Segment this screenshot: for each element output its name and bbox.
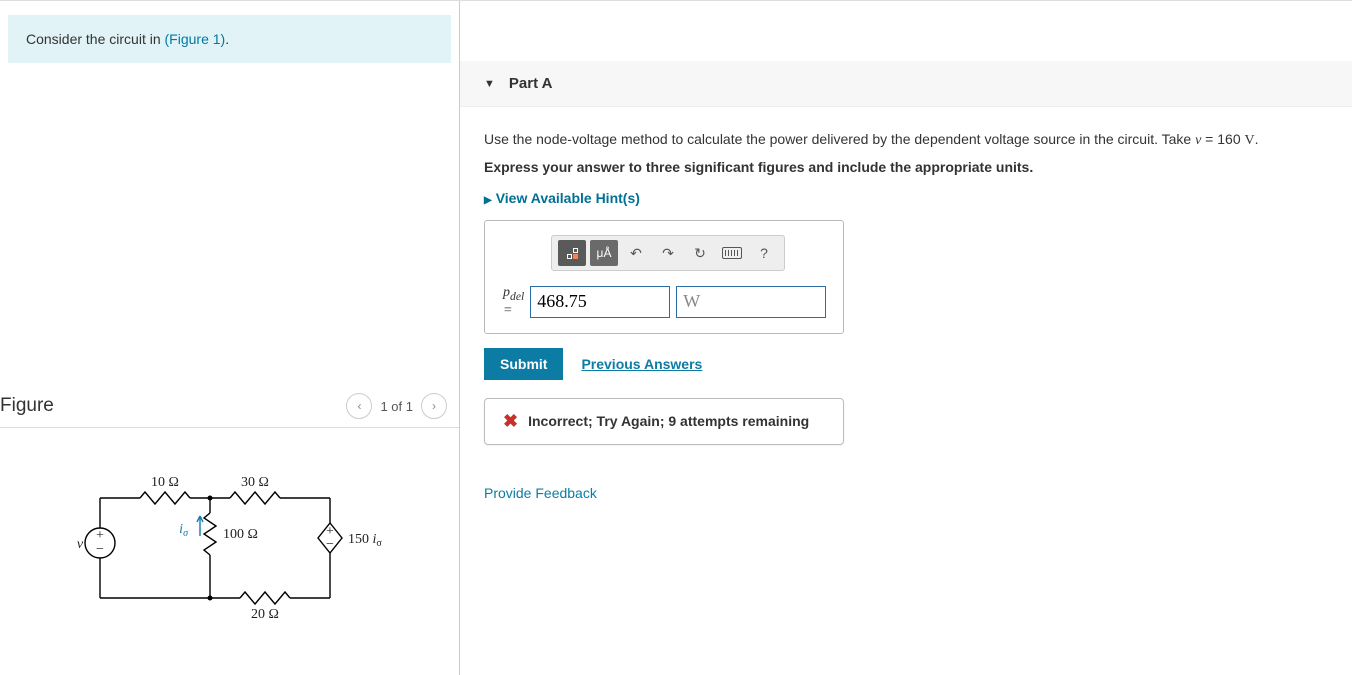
collapse-icon[interactable]: ▼ [484,78,495,90]
undo-button[interactable]: ↶ [622,240,650,266]
symbols-button[interactable]: μÅ [590,240,618,266]
problem-prompt: Consider the circuit in (Figure 1). [8,15,451,63]
figure-pager: ‹ 1 of 1 › [346,393,447,419]
answer-units-input[interactable] [676,286,826,318]
figure-link[interactable]: (Figure 1) [165,31,226,47]
keyboard-icon [722,247,742,259]
svg-text:−: − [96,542,104,557]
r100-label: 100 Ω [223,527,258,542]
equation-toolbar: μÅ ↶ ↷ ↻ ? [551,235,785,271]
instruction-text: Use the node-voltage method to calculate… [484,129,1328,151]
feedback-text: Incorrect; Try Again; 9 attempts remaini… [528,413,809,429]
figure-title: Figure [0,395,54,417]
feedback-box: ✖ Incorrect; Try Again; 9 attempts remai… [484,398,844,445]
provide-feedback-link[interactable]: Provide Feedback [484,485,1328,501]
redo-button[interactable]: ↷ [654,240,682,266]
r20-label: 20 Ω [251,607,279,622]
svg-text:150 iσ: 150 iσ [348,532,382,549]
keyboard-button[interactable] [718,240,746,266]
answer-label: pdel = [503,285,524,319]
prompt-prefix: Consider the circuit in [26,31,165,47]
answer-area: μÅ ↶ ↷ ↻ ? pdel = [484,220,844,334]
view-hints-link[interactable]: ▶View Available Hint(s) [484,190,640,206]
part-title: Part A [509,75,553,92]
express-text: Express your answer to three significant… [484,157,1328,178]
figure-pager-text: 1 of 1 [380,399,413,414]
help-button[interactable]: ? [750,240,778,266]
previous-answers-link[interactable]: Previous Answers [581,356,702,372]
figure-next-button[interactable]: › [421,393,447,419]
reset-button[interactable]: ↻ [686,240,714,266]
svg-text:+: + [96,528,104,543]
answer-value-input[interactable] [530,286,670,318]
figure-prev-button[interactable]: ‹ [346,393,372,419]
templates-button[interactable] [558,240,586,266]
v-source-label: v [77,537,84,552]
r30-label: 30 Ω [241,475,269,490]
prompt-suffix: . [225,31,229,47]
circuit-diagram: + − + − 10 Ω 30 Ω 100 Ω 20 Ω v iσ [0,428,459,651]
r10-label: 10 Ω [151,475,179,490]
incorrect-icon: ✖ [503,411,518,432]
templates-icon [567,248,578,259]
submit-button[interactable]: Submit [484,348,563,380]
svg-text:iσ: iσ [179,522,189,539]
part-header: ▼ Part A [460,61,1352,107]
svg-text:−: − [326,537,334,552]
caret-right-icon: ▶ [484,195,492,206]
